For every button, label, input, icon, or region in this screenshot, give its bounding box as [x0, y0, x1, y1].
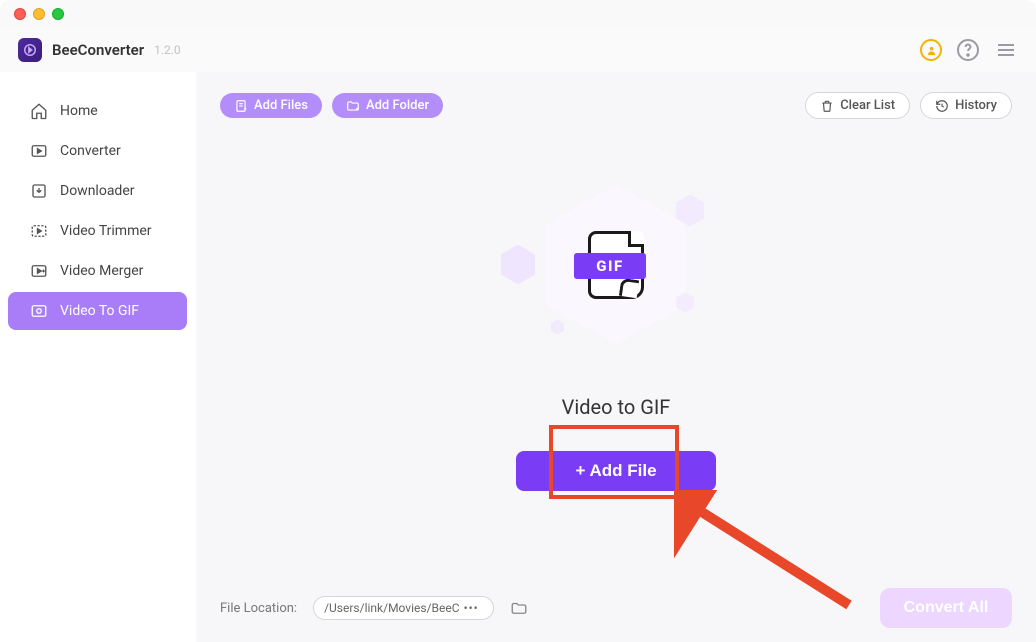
- convert-all-label: Convert All: [904, 599, 989, 616]
- file-location-label: File Location:: [220, 601, 297, 616]
- download-icon: [30, 182, 48, 200]
- clear-list-label: Clear List: [840, 98, 895, 113]
- help-icon: [956, 38, 980, 62]
- add-folder-label: Add Folder: [366, 98, 429, 113]
- empty-state-title: Video to GIF: [562, 395, 671, 419]
- account-button[interactable]: [920, 39, 942, 61]
- home-icon: [30, 102, 48, 120]
- sidebar-item-home[interactable]: Home: [8, 92, 187, 130]
- merger-icon: [30, 262, 48, 280]
- empty-state: GIF Video to GIF + Add File: [196, 131, 1036, 574]
- add-folder-button[interactable]: Add Folder: [332, 93, 443, 118]
- app-header: BeeConverter 1.2.0: [0, 28, 1036, 72]
- menu-button[interactable]: [994, 38, 1018, 62]
- history-button[interactable]: History: [920, 92, 1012, 119]
- app-version-label: 1.2.0: [154, 43, 181, 57]
- content-area: Add Files Add Folder Clear List History: [196, 72, 1036, 642]
- bottom-bar: File Location: /Users/link/Movies/BeeC •…: [196, 574, 1036, 642]
- hamburger-icon: [994, 38, 1018, 62]
- sidebar-item-label: Video To GIF: [60, 303, 139, 319]
- toolbar: Add Files Add Folder Clear List History: [196, 72, 1036, 131]
- app-name-label: BeeConverter: [52, 41, 144, 59]
- sidebar-item-label: Home: [60, 103, 98, 119]
- sidebar-item-merger[interactable]: Video Merger: [8, 252, 187, 290]
- file-location-chip: /Users/link/Movies/BeeC •••: [313, 596, 494, 620]
- sidebar-item-label: Video Trimmer: [60, 223, 152, 239]
- file-location-browse-button[interactable]: •••: [460, 601, 483, 615]
- folder-icon: [510, 599, 528, 617]
- add-files-button[interactable]: Add Files: [220, 93, 322, 118]
- gif-illustration: GIF: [516, 185, 716, 375]
- app-logo-icon: [18, 38, 42, 62]
- sidebar-item-video-to-gif[interactable]: Video To GIF: [8, 292, 187, 330]
- convert-all-button[interactable]: Convert All: [880, 588, 1012, 628]
- trash-icon: [820, 99, 834, 113]
- add-files-icon: [234, 99, 248, 113]
- sidebar-item-label: Video Merger: [60, 263, 143, 279]
- gif-badge: GIF: [574, 253, 646, 279]
- window-title-bar: [0, 0, 1036, 28]
- sidebar-item-label: Downloader: [60, 183, 135, 199]
- sidebar-item-converter[interactable]: Converter: [8, 132, 187, 170]
- window-maximize-button[interactable]: [52, 8, 64, 20]
- window-close-button[interactable]: [14, 8, 26, 20]
- add-file-button-label: + Add File: [575, 461, 656, 481]
- add-file-button[interactable]: + Add File: [516, 451, 716, 491]
- sidebar-item-trimmer[interactable]: Video Trimmer: [8, 212, 187, 250]
- sidebar-item-downloader[interactable]: Downloader: [8, 172, 187, 210]
- add-files-label: Add Files: [254, 98, 308, 113]
- gif-icon: [30, 302, 48, 320]
- window-minimize-button[interactable]: [33, 8, 45, 20]
- sidebar-item-label: Converter: [60, 143, 121, 159]
- converter-icon: [30, 142, 48, 160]
- sidebar: Home Converter Downloader Video Trimmer: [0, 72, 196, 642]
- history-label: History: [955, 98, 997, 113]
- user-icon: [926, 45, 937, 56]
- file-location-path: /Users/link/Movies/BeeC: [324, 601, 459, 615]
- trimmer-icon: [30, 222, 48, 240]
- open-folder-button[interactable]: [510, 599, 528, 617]
- history-icon: [935, 99, 949, 113]
- add-folder-icon: [346, 99, 360, 113]
- help-button[interactable]: [956, 38, 980, 62]
- clear-list-button[interactable]: Clear List: [805, 92, 910, 119]
